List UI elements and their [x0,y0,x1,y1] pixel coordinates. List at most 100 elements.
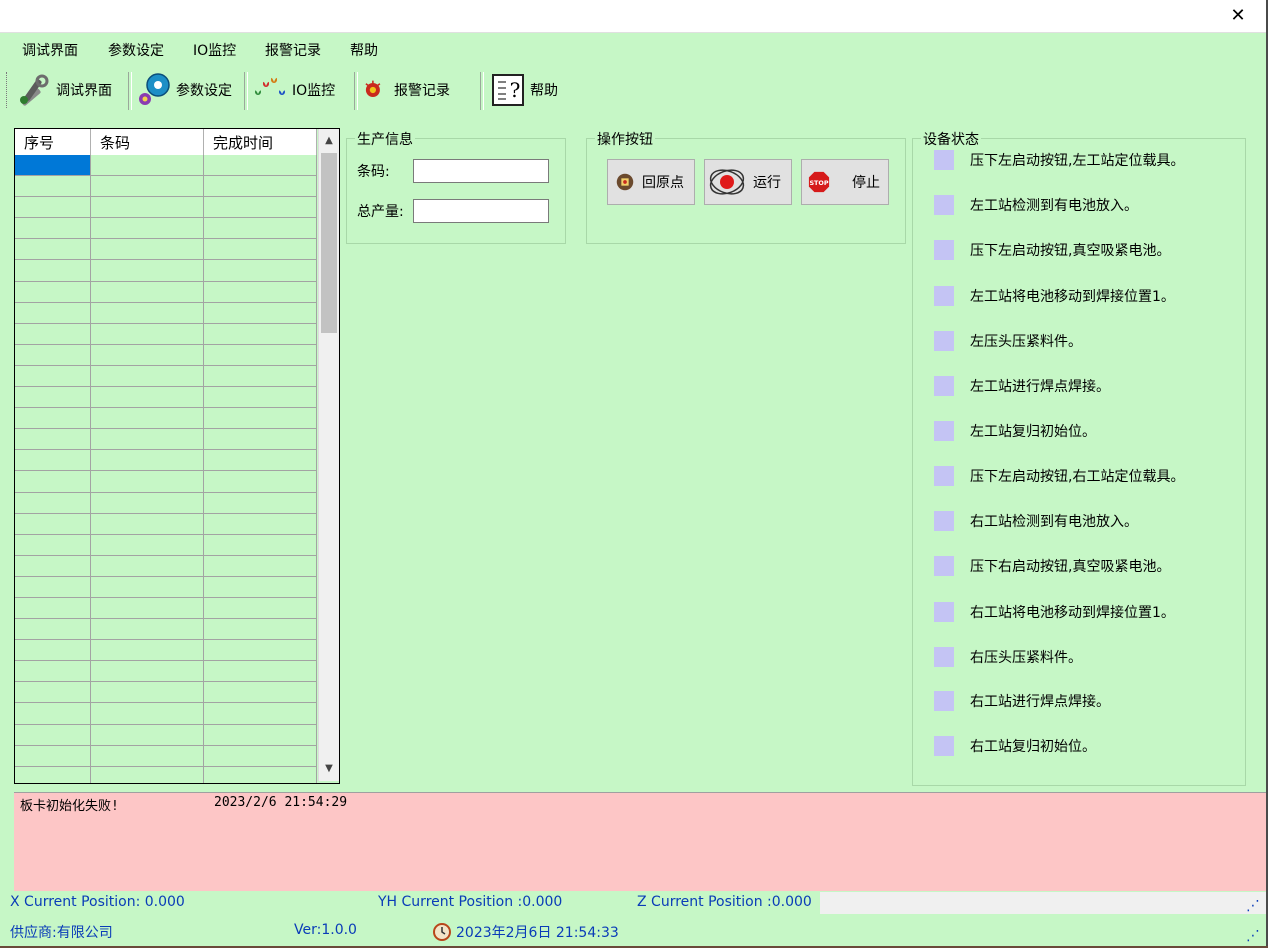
toolbar-help-button[interactable]: ? 帮助 [490,72,558,108]
table-cell[interactable] [15,155,91,176]
table-row[interactable] [15,724,317,746]
table-cell[interactable] [15,344,91,365]
table-cell[interactable] [91,766,204,783]
table-row[interactable] [15,302,317,324]
table-cell[interactable] [91,555,204,576]
table-cell[interactable] [204,640,317,661]
table-cell[interactable] [204,745,317,766]
table-cell[interactable] [15,576,91,597]
table-cell[interactable] [91,344,204,365]
table-cell[interactable] [204,281,317,302]
table-cell[interactable] [91,513,204,534]
table-cell[interactable] [15,302,91,323]
table-cell[interactable] [204,302,317,323]
table-cell[interactable] [91,218,204,239]
table-row[interactable] [15,661,317,683]
table-cell[interactable] [204,682,317,703]
toolbar-alarm-log-button[interactable]: 报警记录 [362,72,450,108]
menu-io-monitor[interactable]: IO监控 [193,40,236,60]
table-cell[interactable] [91,323,204,344]
table-row[interactable] [15,450,317,472]
table-row[interactable] [15,597,317,620]
table-cell[interactable] [15,197,91,218]
run-button[interactable]: 运行 [704,159,792,205]
table-cell[interactable] [91,576,204,597]
resize-grip-icon[interactable]: ⋰ [1246,928,1260,944]
table-cell[interactable] [15,661,91,682]
table-cell[interactable] [15,534,91,555]
table-cell[interactable] [204,619,317,640]
total-output-field[interactable] [413,199,549,223]
column-header-finish-time[interactable]: 完成时间 [204,129,317,155]
table-row[interactable] [15,703,317,725]
table-cell[interactable] [91,661,204,682]
table-cell[interactable] [204,218,317,239]
table-cell[interactable] [15,176,91,197]
barcode-field[interactable] [413,159,549,183]
table-cell[interactable] [15,745,91,766]
table-cell[interactable] [15,597,91,619]
table-cell[interactable] [91,239,204,260]
table-cell[interactable] [15,513,91,534]
table-cell[interactable] [204,724,317,745]
menu-help[interactable]: 帮助 [350,40,378,60]
table-row[interactable] [15,260,317,282]
records-table[interactable]: 序号 条码 完成时间 ▲ ▼ [14,128,340,784]
table-cell[interactable] [204,176,317,197]
table-cell[interactable] [15,724,91,745]
table-cell[interactable] [15,281,91,302]
table-cell[interactable] [15,239,91,260]
column-header-index[interactable]: 序号 [15,129,91,155]
table-cell[interactable] [91,703,204,724]
table-cell[interactable] [91,302,204,323]
table-cell[interactable] [15,703,91,724]
table-row[interactable] [15,745,317,767]
table-cell[interactable] [204,450,317,471]
table-cell[interactable] [204,766,317,783]
table-row[interactable] [15,197,317,219]
table-cell[interactable] [91,281,204,302]
table-row[interactable] [15,471,317,493]
resize-grip-icon[interactable]: ⋰ [1246,898,1260,914]
table-cell[interactable] [15,387,91,408]
table-cell[interactable] [15,450,91,471]
table-cell[interactable] [204,471,317,492]
close-button[interactable]: ✕ [1228,6,1248,26]
table-row[interactable] [15,281,317,303]
table-cell[interactable] [15,323,91,344]
table-row[interactable] [15,513,317,535]
table-cell[interactable] [91,471,204,492]
table-row[interactable] [15,619,317,641]
toolbar-io-monitor-button[interactable]: IO监控 [252,72,335,108]
table-cell[interactable] [204,260,317,281]
table-row[interactable] [15,534,317,556]
table-cell[interactable] [15,218,91,239]
table-cell[interactable] [204,239,317,260]
toolbar-parameters-button[interactable]: 参数设定 [136,72,232,108]
table-cell[interactable] [91,534,204,555]
table-cell[interactable] [91,197,204,218]
table-row[interactable] [15,218,317,240]
table-row[interactable] [15,640,317,662]
stop-button[interactable]: STOP 停止 [801,159,889,205]
table-row[interactable] [15,576,317,598]
table-cell[interactable] [204,555,317,576]
menu-debug[interactable]: 调试界面 [22,40,78,60]
table-cell[interactable] [204,576,317,597]
table-row[interactable] [15,492,317,514]
table-cell[interactable] [204,387,317,408]
table-row[interactable] [15,365,317,388]
table-row[interactable] [15,176,317,198]
table-row[interactable] [15,555,317,577]
column-header-barcode[interactable]: 条码 [91,129,204,155]
menu-alarm-log[interactable]: 报警记录 [265,40,321,60]
table-row[interactable] [15,239,317,261]
toolbar-debug-button[interactable]: 调试界面 [16,72,112,108]
table-cell[interactable] [204,155,317,176]
table-cell[interactable] [91,260,204,281]
table-cell[interactable] [204,197,317,218]
table-cell[interactable] [15,682,91,703]
table-cell[interactable] [91,724,204,745]
table-cell[interactable] [15,766,91,783]
menu-parameters[interactable]: 参数设定 [108,40,164,60]
